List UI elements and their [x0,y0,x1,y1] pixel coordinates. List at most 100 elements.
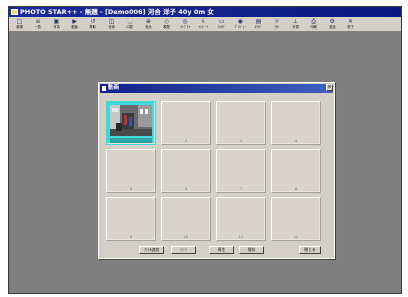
slot-number: 8 [294,187,298,191]
dialog-button-3[interactable]: 再生 [209,246,234,254]
toolbar-button-video[interactable]: ▶ 動画 [66,17,83,32]
video-slot[interactable]: 3 [216,101,266,145]
video-caption [110,138,152,143]
toolbar-button-label: ｽﾗｲﾄﾞ [254,25,263,29]
toolbar-button-label: 一覧 [34,25,42,29]
dialog-button-1[interactable]: ﾌｧｲﾙ追加 [139,246,164,254]
slot-number: 7 [239,187,243,191]
title-bar: PHOTO STAR++ - 無題 - [Demo006] 河合 洋子 40y … [9,7,401,17]
settings-icon: ⚙ [329,18,335,25]
toolbar-button-new-file[interactable]: □ 新規 [11,17,28,32]
toolbar-button-preview[interactable]: ◉ ﾌﾟﾚﾋﾞｭｰ [232,17,249,32]
toolbar-button-label: ﾌﾟﾚﾋﾞｭｰ [234,25,246,29]
toolbar-button-model[interactable]: ◇ 模型 [158,17,175,32]
recapture-icon: ↺ [90,18,96,25]
capture-icon: ◎ [182,18,188,25]
toolbar: □ 新規 ≡ 一覧 ▣ 写真 ▶ 動画 ↺ 再取 ◫ 全体 ◡ 口腔 ⊕ 拡大 ◇ 模型 ◎ ｷｬﾌﾟﾁｬ ⇩ ｲﾝﾎﾟｰ… [9,17,401,32]
slot-number: 10 [183,235,189,239]
toolbar-button-label: ｷｬﾌﾟﾁｬ [180,25,190,29]
import-icon: ⇩ [200,18,206,25]
mouth-icon: ◡ [127,18,133,25]
close-button[interactable]: × [326,84,333,91]
toolbar-button-label: 全体 [108,25,115,29]
slot-number: 11 [238,235,244,239]
toolbar-button-recapture[interactable]: ↺ 再取 [85,17,102,32]
slot-number: 6 [184,187,188,191]
toolbar-button-label: 新規 [16,25,23,29]
video-slot[interactable]: 7 [216,149,266,193]
slot-number: 3 [239,139,243,143]
toolbar-button-label: ｲﾝﾎﾟｰﾄ [198,25,209,29]
folder-icon: ▭ [218,18,225,25]
toolbar-button-label: 口腔 [126,25,134,29]
video-slot[interactable]: 11 [216,197,266,241]
video-slot[interactable]: 12 [271,197,321,241]
slot-number: 4 [294,139,298,143]
slot-number: 12 [293,235,299,239]
toolbar-button-label: 拡大 [145,25,152,29]
dialog-button-5[interactable]: 閉じる [299,246,321,254]
slot-number: 2 [184,139,188,143]
toolbar-button-capture[interactable]: ◎ ｷｬﾌﾟﾁｬ [177,17,194,32]
new-file-icon: □ [16,18,23,25]
measure-icon: ⊥ [292,18,298,25]
dialog-button-4[interactable]: 保存 [239,246,264,254]
app-icon [11,9,18,15]
toolbar-button-print[interactable]: ⎙ 印刷 [305,17,322,32]
toolbar-button-label: 印刷 [310,25,317,29]
toolbar-button-import[interactable]: ⇩ ｲﾝﾎﾟｰﾄ [195,17,212,32]
preview-icon: ◉ [237,18,243,25]
app-window: PHOTO STAR++ - 無題 - [Demo006] 河合 洋子 40y … [8,6,402,294]
toolbar-button-label: 終了 [347,25,354,29]
toolbar-button-list[interactable]: ≡ 一覧 [29,17,46,32]
zoom-icon: ⊕ [145,18,151,25]
toolbar-button-slide[interactable]: ▤ ｽﾗｲﾄﾞ [250,17,267,32]
toolbar-button-measure[interactable]: ⊥ 計測 [287,17,304,32]
window-title: PHOTO STAR++ - 無題 - [Demo006] 河合 洋子 40y … [20,8,214,16]
video-icon: ▶ [72,18,77,25]
toolbar-button-whole[interactable]: ◫ 全体 [103,17,120,32]
toolbar-button-photo[interactable]: ▣ 写真 [48,17,65,32]
dialog-title: 動画 [108,85,120,91]
video-thumbnail [110,105,152,136]
video-slot[interactable]: 6 [161,149,211,193]
video-slot[interactable]: 2 [161,101,211,145]
toolbar-button-label: 模型 [163,25,170,29]
exit-icon: ✕ [348,18,354,25]
list-icon: ≡ [35,18,41,25]
print-icon: ⎙ [311,18,317,25]
video-slot[interactable]: 4 [271,101,321,145]
model-icon: ◇ [164,18,169,25]
toolbar-button-label: 動画 [71,25,78,29]
video-slot[interactable]: 10 [161,197,211,241]
toolbar-button-zoom[interactable]: ⊕ 拡大 [140,17,157,32]
whole-icon: ◫ [108,18,115,25]
video-slot[interactable]: 9 [106,197,156,241]
light-icon: ☼ [274,18,280,25]
dialog-button-2[interactable]: 削除 [171,246,196,254]
dialog-icon [102,86,106,91]
toolbar-button-label: ﾌｫﾙﾀﾞ [217,25,226,29]
slide-icon: ▤ [255,18,262,25]
toolbar-button-exit[interactable]: ✕ 終了 [342,17,359,32]
video-slot[interactable]: 5 [106,149,156,193]
dialog-title-bar: 動画 [100,84,333,93]
thumbnail-grid: 2 3 4 5 6 7 8 9 10 11 12 [106,101,322,241]
toolbar-button-folder[interactable]: ▭ ﾌｫﾙﾀﾞ [213,17,230,32]
video-slot[interactable]: 8 [271,149,321,193]
slot-number: 5 [129,187,133,191]
toolbar-button-label: 計測 [292,25,299,29]
slot-number: 9 [129,235,133,239]
toolbar-button-settings[interactable]: ⚙ 設定 [324,17,341,32]
photo-icon: ▣ [53,18,60,25]
toolbar-button-label: ｱｶﾘ [274,25,280,29]
toolbar-button-label: 設定 [328,25,336,29]
video-dialog: 動画 × 2 3 4 5 6 7 8 9 10 11 12 ﾌｧｲﾙ追加 削除 再生 保存 閉じる [98,82,335,259]
close-icon: × [327,84,332,90]
toolbar-button-label: 写真 [53,25,60,29]
dialog-button-row: ﾌｧｲﾙ追加 削除 再生 保存 閉じる [99,246,334,255]
video-slot[interactable] [106,101,156,145]
toolbar-button-light[interactable]: ☼ ｱｶﾘ [268,17,285,32]
toolbar-button-label: 再取 [89,25,97,29]
toolbar-button-mouth[interactable]: ◡ 口腔 [121,17,138,32]
